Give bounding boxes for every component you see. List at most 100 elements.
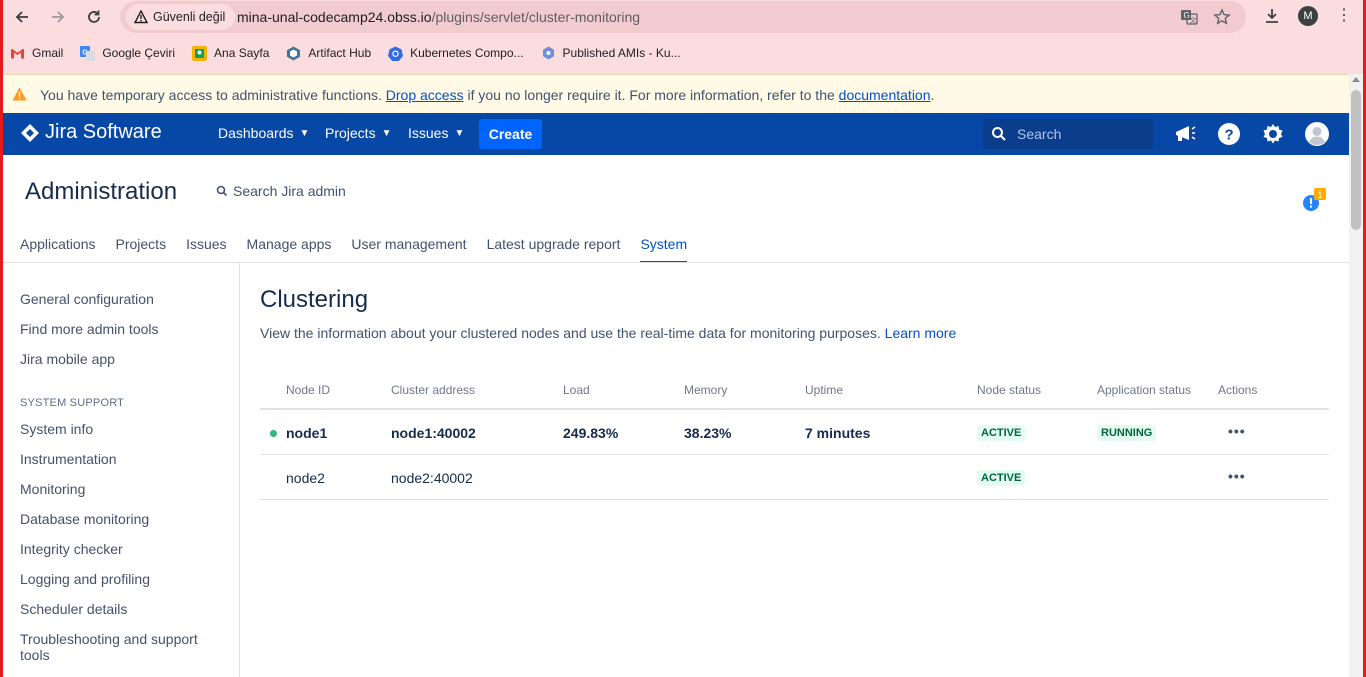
tab-applications[interactable]: Applications xyxy=(20,236,96,263)
translate-page-icon[interactable]: G文 xyxy=(1179,7,1199,27)
clustering-title: Clustering xyxy=(260,286,369,313)
nav-dashboards[interactable]: Dashboards ▼ xyxy=(218,125,309,141)
node-id-cell: node2 xyxy=(286,470,325,486)
sidebar-item-general-configuration[interactable]: General configuration xyxy=(20,291,154,307)
sidebar-section-heading: SYSTEM SUPPORT xyxy=(20,397,125,409)
admin-tabs: Applications Projects Issues Manage apps… xyxy=(20,236,707,263)
uptime-cell: 7 minutes xyxy=(805,425,871,441)
bookmark-label: Published AMIs - Ku... xyxy=(562,46,681,60)
bookmark-label: Kubernetes Compo... xyxy=(410,46,524,60)
table-header-divider xyxy=(260,408,1329,410)
gmail-icon xyxy=(11,48,24,58)
memory-cell: 38.23% xyxy=(684,425,732,441)
chevron-down-icon: ▼ xyxy=(299,127,310,139)
tab-latest-upgrade-report[interactable]: Latest upgrade report xyxy=(487,236,621,263)
drop-access-link[interactable]: Drop access xyxy=(386,87,464,103)
column-header-cluster-address: Cluster address xyxy=(391,383,476,397)
sidebar-item-scheduler-details[interactable]: Scheduler details xyxy=(20,601,127,617)
kubernetes-icon xyxy=(388,46,404,61)
download-icon[interactable] xyxy=(1262,6,1282,26)
security-label: Güvenli değil xyxy=(153,10,226,24)
node-id-cell: node1 xyxy=(286,425,328,441)
forward-arrow-icon[interactable] xyxy=(46,5,70,29)
nav-projects[interactable]: Projects ▼ xyxy=(325,125,391,141)
learn-more-link[interactable]: Learn more xyxy=(885,325,957,341)
tab-user-management[interactable]: User management xyxy=(351,236,466,263)
bookmark-star-icon[interactable] xyxy=(1212,7,1232,27)
admin-search-input[interactable]: Search Jira admin xyxy=(216,183,346,199)
sidebar-item-system-info[interactable]: System info xyxy=(20,421,93,437)
nav-label: Projects xyxy=(325,125,376,141)
row-divider xyxy=(260,454,1329,455)
svg-text:?: ? xyxy=(1225,127,1234,144)
create-button[interactable]: Create xyxy=(479,119,542,149)
banner-text-part: You have temporary access to administrat… xyxy=(40,87,386,103)
jira-logo-icon xyxy=(21,123,39,142)
scrollbar-thumb[interactable] xyxy=(1351,90,1361,230)
bookmark-published-amis[interactable]: Published AMIs - Ku... xyxy=(541,46,681,61)
column-header-uptime: Uptime xyxy=(805,383,844,397)
browser-menu-icon[interactable]: ⋮ xyxy=(1334,5,1354,25)
bookmark-ana-sayfa[interactable]: Ana Sayfa xyxy=(192,45,269,61)
sidebar-item-troubleshooting-cont[interactable]: tools xyxy=(20,647,50,663)
node-status-badge: ACTIVE xyxy=(977,470,1026,486)
warning-icon xyxy=(12,87,27,101)
sidebar-item-jira-mobile-app[interactable]: Jira mobile app xyxy=(20,351,115,367)
bookmark-artifact-hub[interactable]: Artifact Hub xyxy=(286,46,371,61)
sidebar-item-logging-and-profiling[interactable]: Logging and profiling xyxy=(20,571,150,587)
search-input[interactable]: Search xyxy=(983,119,1153,149)
tab-system[interactable]: System xyxy=(640,236,688,263)
bookmark-label: Artifact Hub xyxy=(308,46,372,60)
description-text: View the information about your clustere… xyxy=(260,325,885,341)
documentation-link[interactable]: documentation xyxy=(839,87,931,103)
nav-label: Issues xyxy=(408,125,449,141)
row-actions-button[interactable]: ••• xyxy=(1228,468,1246,484)
application-status-badge: RUNNING xyxy=(1097,425,1157,441)
address-bar[interactable]: Güvenli değil mina-unal-codecamp24.obss.… xyxy=(120,1,1246,33)
search-placeholder: Search xyxy=(1017,126,1062,142)
bookmark-gmail[interactable]: Gmail xyxy=(10,46,63,61)
back-arrow-icon[interactable] xyxy=(10,5,34,29)
admin-access-banner: You have temporary access to administrat… xyxy=(3,74,1363,113)
url-text[interactable]: mina-unal-codecamp24.obss.io/plugins/ser… xyxy=(237,9,640,25)
megaphone-icon[interactable] xyxy=(1173,122,1197,146)
notification-icon[interactable]: 1 xyxy=(1302,188,1328,212)
sidebar-item-monitoring[interactable]: Monitoring xyxy=(20,481,85,497)
tab-projects[interactable]: Projects xyxy=(116,236,167,263)
bookmark-kubernetes[interactable]: Kubernetes Compo... xyxy=(388,46,524,61)
ami-icon xyxy=(542,46,554,59)
svg-text:文: 文 xyxy=(1190,16,1197,25)
security-chip[interactable]: Güvenli değil xyxy=(126,4,236,30)
sidebar-item-instrumentation[interactable]: Instrumentation xyxy=(20,451,117,467)
profile-avatar[interactable]: M xyxy=(1298,6,1318,26)
tab-manage-apps[interactable]: Manage apps xyxy=(247,236,332,263)
row-actions-button[interactable]: ••• xyxy=(1228,423,1246,439)
reload-icon[interactable] xyxy=(82,5,106,29)
scroll-up-arrow-icon[interactable] xyxy=(1352,77,1360,82)
nav-issues[interactable]: Issues ▼ xyxy=(408,125,464,141)
bookmark-google-translate[interactable]: G Google Çeviri xyxy=(80,45,175,61)
jira-top-bar: Jira Software Dashboards ▼ Projects ▼ Issu… xyxy=(3,113,1349,155)
translate-icon: G xyxy=(80,45,96,61)
sidebar-item-database-monitoring[interactable]: Database monitoring xyxy=(20,511,149,527)
help-icon[interactable]: ? xyxy=(1217,122,1241,146)
page-title: Administration xyxy=(25,178,178,205)
jira-logo[interactable]: Jira Software xyxy=(20,121,162,144)
sidebar-item-integrity-checker[interactable]: Integrity checker xyxy=(20,541,123,557)
bookmark-label: Gmail xyxy=(32,46,64,60)
column-header-node-status: Node status xyxy=(977,383,1042,397)
tab-issues[interactable]: Issues xyxy=(186,236,226,263)
row-divider xyxy=(260,499,1329,500)
sidebar-item-troubleshooting[interactable]: Troubleshooting and support xyxy=(20,631,198,647)
settings-gear-icon[interactable] xyxy=(1261,122,1285,146)
chevron-down-icon: ▼ xyxy=(454,127,465,139)
banner-text: You have temporary access to administrat… xyxy=(40,87,934,103)
warning-triangle-icon xyxy=(134,10,148,24)
user-avatar-icon[interactable] xyxy=(1305,122,1329,146)
cluster-address-cell: node1:40002 xyxy=(391,425,476,441)
url-path: /plugins/servlet/cluster-monitoring xyxy=(431,9,641,25)
column-header-memory: Memory xyxy=(684,383,728,397)
sidebar-item-find-more-admin-tools[interactable]: Find more admin tools xyxy=(20,321,159,337)
banner-text-part: . xyxy=(930,87,935,103)
node-online-indicator xyxy=(270,430,277,437)
